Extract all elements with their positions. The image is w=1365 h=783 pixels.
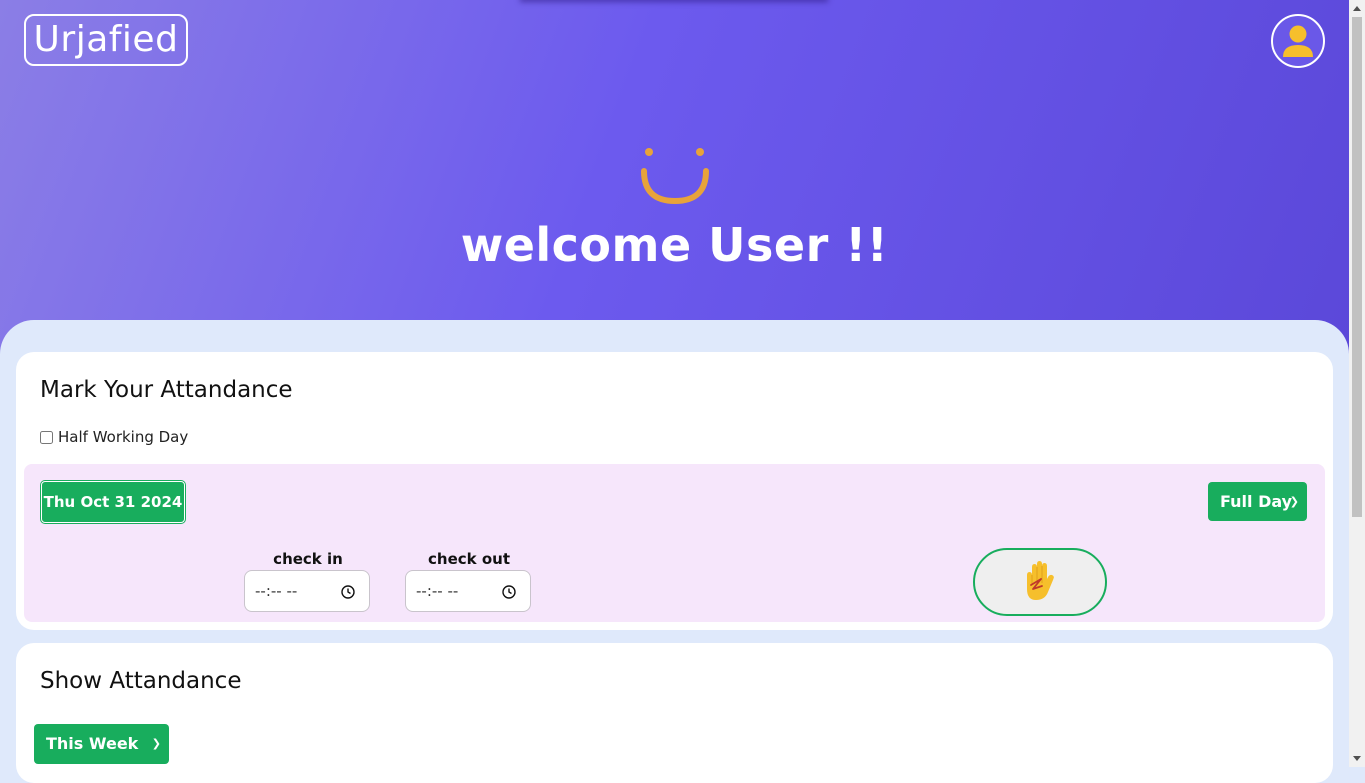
- smile-icon: [641, 148, 709, 205]
- attendance-panel: Thu Oct 31 2024 Full Day ❯ check in --:-…: [24, 464, 1325, 622]
- scroll-thumb[interactable]: [1352, 17, 1362, 517]
- chevron-down-icon: ❯: [151, 737, 161, 750]
- welcome-heading: welcome User !!: [460, 218, 889, 272]
- chevron-down-icon: ❯: [1289, 495, 1299, 508]
- check-in-label: check in: [273, 550, 343, 568]
- range-value: This Week: [46, 734, 139, 753]
- scroll-up-arrow-icon[interactable]: [1353, 6, 1361, 11]
- date-button[interactable]: Thu Oct 31 2024: [41, 481, 185, 523]
- check-out-label: check out: [428, 550, 510, 568]
- half-working-day-checkbox[interactable]: [40, 430, 53, 444]
- check-out-value: --:-- --: [416, 582, 459, 600]
- show-attendance-title: Show Attandance: [40, 668, 242, 694]
- user-avatar-button[interactable]: [1271, 14, 1325, 68]
- page-scrollbar[interactable]: [1349, 0, 1365, 767]
- half-working-day-option[interactable]: Half Working Day: [40, 428, 188, 446]
- hero-banner: Urjafied welcome User !!: [0, 0, 1349, 360]
- raised-hand-icon: [1027, 561, 1054, 600]
- user-avatar-icon: [1283, 25, 1313, 57]
- mark-attendance-card: Mark Your Attandance Half Working Day Th…: [16, 352, 1333, 630]
- check-in-input[interactable]: --:-- --: [244, 570, 370, 612]
- day-type-select[interactable]: Full Day ❯: [1208, 482, 1307, 521]
- clock-icon[interactable]: [502, 585, 516, 599]
- show-attendance-card: Show Attandance This Week ❯: [16, 643, 1333, 783]
- mark-attendance-button[interactable]: [973, 548, 1107, 616]
- range-select[interactable]: This Week ❯: [34, 724, 169, 764]
- app-logo[interactable]: Urjafied: [24, 14, 188, 66]
- half-working-day-label: Half Working Day: [58, 428, 189, 446]
- scroll-down-arrow-icon[interactable]: [1353, 756, 1361, 761]
- clock-icon[interactable]: [341, 585, 355, 599]
- mark-attendance-title: Mark Your Attandance: [40, 377, 293, 403]
- check-out-input[interactable]: --:-- --: [405, 570, 531, 612]
- day-type-value: Full Day: [1220, 492, 1293, 511]
- check-in-value: --:-- --: [255, 582, 298, 600]
